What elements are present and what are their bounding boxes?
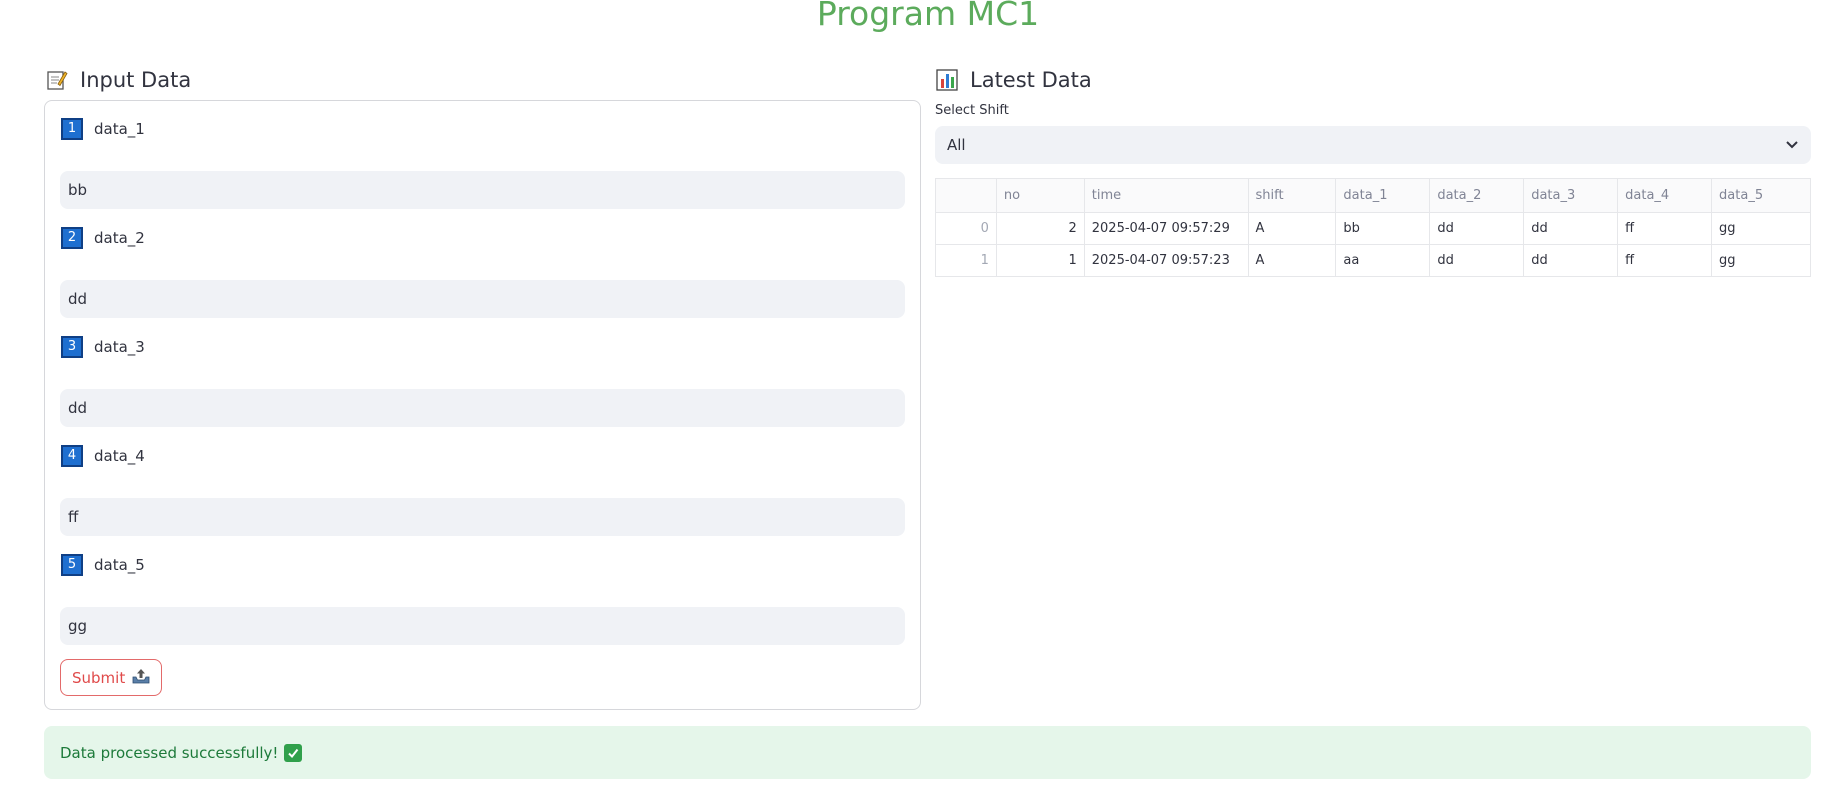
latest-data-header: Latest Data — [936, 68, 1092, 92]
shift-select-value: All — [947, 136, 966, 154]
latest-data-table[interactable]: no time shift data_1 data_2 data_3 data_… — [935, 178, 1811, 277]
cell-data-4[interactable]: ff — [1617, 244, 1713, 277]
data-3-input[interactable]: dd — [60, 389, 905, 427]
success-message: Data processed successfully! — [60, 743, 279, 762]
column-header-no[interactable]: no — [995, 178, 1085, 213]
field-label-text: data_5 — [94, 556, 145, 574]
cell-shift[interactable]: A — [1247, 212, 1337, 245]
input-data-title: Input Data — [80, 68, 192, 92]
number-badge-icon: 2 — [61, 227, 83, 249]
column-header-index[interactable] — [935, 178, 997, 213]
column-header-data-3[interactable]: data_3 — [1523, 178, 1619, 213]
data-5-input[interactable]: gg — [60, 607, 905, 645]
number-badge-icon: 4 — [61, 445, 83, 467]
column-header-data-5[interactable]: data_5 — [1711, 178, 1811, 213]
field-label-data-3: 3 data_3 — [61, 336, 145, 358]
page: Program MC1 Input Data 1 data_1 bb 2 dat… — [0, 0, 1823, 794]
cell-data-4[interactable]: ff — [1617, 212, 1713, 245]
cell-data-3[interactable]: dd — [1523, 244, 1619, 277]
field-label-data-2: 2 data_2 — [61, 227, 145, 249]
cell-data-1[interactable]: bb — [1335, 212, 1431, 245]
cell-time[interactable]: 2025-04-07 09:57:29 — [1083, 212, 1249, 245]
column-header-shift[interactable]: shift — [1247, 178, 1337, 213]
table-row: 1 1 2025-04-07 09:57:23 A aa dd dd ff gg — [935, 244, 1811, 277]
check-mark-icon — [284, 743, 303, 762]
data-2-input[interactable]: dd — [60, 280, 905, 318]
data-1-input[interactable]: bb — [60, 171, 905, 209]
field-label-text: data_4 — [94, 447, 145, 465]
input-form: 1 data_1 bb 2 data_2 dd 3 data_3 dd 4 da… — [44, 100, 921, 710]
success-alert: Data processed successfully! — [44, 726, 1811, 779]
column-header-data-1[interactable]: data_1 — [1335, 178, 1431, 213]
column-header-time[interactable]: time — [1083, 178, 1249, 213]
submit-label: Submit — [72, 668, 126, 687]
cell-no[interactable]: 2 — [995, 212, 1085, 245]
shift-select[interactable]: All — [935, 126, 1811, 164]
latest-data-title: Latest Data — [970, 68, 1092, 92]
cell-no[interactable]: 1 — [995, 244, 1085, 277]
number-badge-icon: 5 — [61, 554, 83, 576]
cell-time[interactable]: 2025-04-07 09:57:23 — [1083, 244, 1249, 277]
bar-chart-icon — [936, 69, 958, 91]
memo-icon — [46, 69, 68, 91]
field-label-data-4: 4 data_4 — [61, 445, 145, 467]
field-label-text: data_2 — [94, 229, 145, 247]
cell-data-2[interactable]: dd — [1429, 212, 1525, 245]
cell-data-5[interactable]: gg — [1711, 212, 1811, 245]
column-header-data-2[interactable]: data_2 — [1429, 178, 1525, 213]
column-header-data-4[interactable]: data_4 — [1617, 178, 1713, 213]
cell-data-5[interactable]: gg — [1711, 244, 1811, 277]
field-label-text: data_3 — [94, 338, 145, 356]
field-label-data-1: 1 data_1 — [61, 118, 145, 140]
data-4-input[interactable]: ff — [60, 498, 905, 536]
cell-data-1[interactable]: aa — [1335, 244, 1431, 277]
cell-data-3[interactable]: dd — [1523, 212, 1619, 245]
number-badge-icon: 1 — [61, 118, 83, 140]
submit-button[interactable]: Submit — [60, 659, 163, 696]
outbox-tray-icon — [132, 668, 150, 688]
field-label-data-5: 5 data_5 — [61, 554, 145, 576]
number-badge-icon: 3 — [61, 336, 83, 358]
row-index: 1 — [935, 244, 997, 277]
cell-data-2[interactable]: dd — [1429, 244, 1525, 277]
row-index: 0 — [935, 212, 997, 245]
field-label-text: data_1 — [94, 120, 145, 138]
cell-shift[interactable]: A — [1247, 244, 1337, 277]
input-data-header: Input Data — [46, 68, 191, 92]
table-header-row: no time shift data_1 data_2 data_3 data_… — [935, 178, 1811, 213]
select-shift-label: Select Shift — [935, 103, 1009, 118]
page-title: Program MC1 — [816, 0, 1040, 33]
table-row: 0 2 2025-04-07 09:57:29 A bb dd dd ff gg — [935, 212, 1811, 245]
chevron-down-icon — [1785, 136, 1799, 154]
